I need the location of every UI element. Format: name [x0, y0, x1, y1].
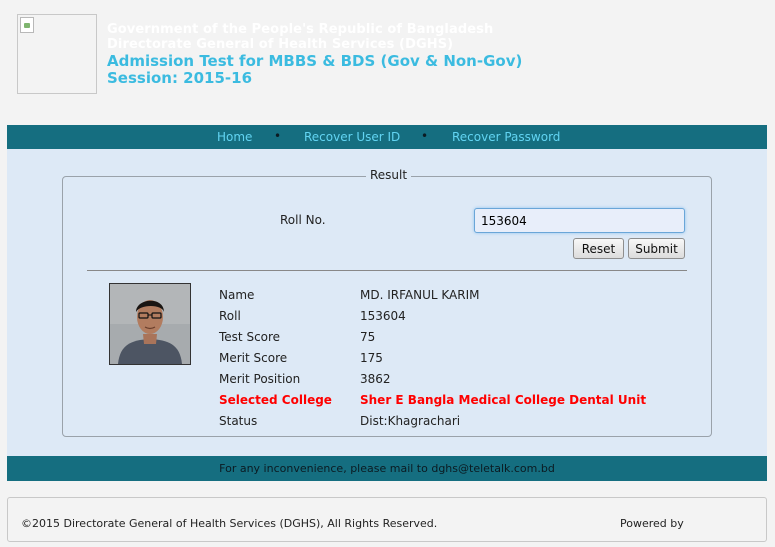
status-label: Status: [219, 414, 258, 428]
merit-score-value: 175: [360, 351, 383, 365]
test-score-value: 75: [360, 330, 376, 344]
nav-recover-user-id-link[interactable]: Recover User ID: [304, 130, 400, 144]
selected-college-value: Sher E Bangla Medical College Dental Uni…: [360, 393, 647, 407]
selected-college-label: Selected College: [219, 393, 332, 407]
powered-by-text: Powered by: [620, 517, 684, 530]
logo-image: [17, 14, 97, 94]
result-fieldset: Result Roll No. Reset Submit Name MD. IR…: [62, 168, 712, 437]
contact-bar: For any inconvenience, please mail to dg…: [7, 456, 767, 481]
header: Government of the People's Republic of B…: [0, 0, 775, 125]
divider: [87, 270, 687, 271]
nav-separator: •: [274, 129, 282, 143]
header-directorate-title: Directorate General of Health Services (…: [107, 37, 454, 52]
copyright-text: ©2015 Directorate General of Health Serv…: [21, 517, 438, 530]
header-government-title: Government of the People's Republic of B…: [107, 22, 494, 37]
nav-separator: •: [421, 129, 429, 143]
nav-bar: Home • Recover User ID • Recover Passwor…: [7, 125, 767, 149]
main-panel: Result Roll No. Reset Submit Name MD. IR…: [7, 149, 767, 456]
roll-label: Roll: [219, 309, 241, 323]
roll-no-label: Roll No.: [280, 213, 326, 227]
roll-value: 153604: [360, 309, 406, 323]
merit-score-label: Merit Score: [219, 351, 288, 365]
header-session: Session: 2015-16: [107, 69, 253, 87]
broken-image-icon: [20, 17, 34, 33]
merit-position-value: 3862: [360, 372, 391, 386]
test-score-label: Test Score: [219, 330, 281, 344]
contact-mail-text: For any inconvenience, please mail to dg…: [219, 462, 555, 475]
result-legend: Result: [366, 168, 412, 182]
roll-no-input[interactable]: [474, 208, 685, 233]
nav-home-link[interactable]: Home: [217, 130, 252, 144]
status-value: Dist:Khagrachari: [360, 414, 461, 428]
candidate-photo-image: [110, 284, 190, 364]
submit-button[interactable]: Submit: [628, 238, 685, 259]
footer: ©2015 Directorate General of Health Serv…: [7, 497, 767, 542]
merit-position-label: Merit Position: [219, 372, 301, 386]
nav-recover-password-link[interactable]: Recover Password: [452, 130, 560, 144]
reset-button[interactable]: Reset: [573, 238, 624, 259]
name-value: MD. IRFANUL KARIM: [360, 288, 480, 302]
header-admission-title: Admission Test for MBBS & BDS (Gov & Non…: [107, 52, 523, 70]
name-label: Name: [219, 288, 255, 302]
candidate-photo: [109, 283, 191, 365]
